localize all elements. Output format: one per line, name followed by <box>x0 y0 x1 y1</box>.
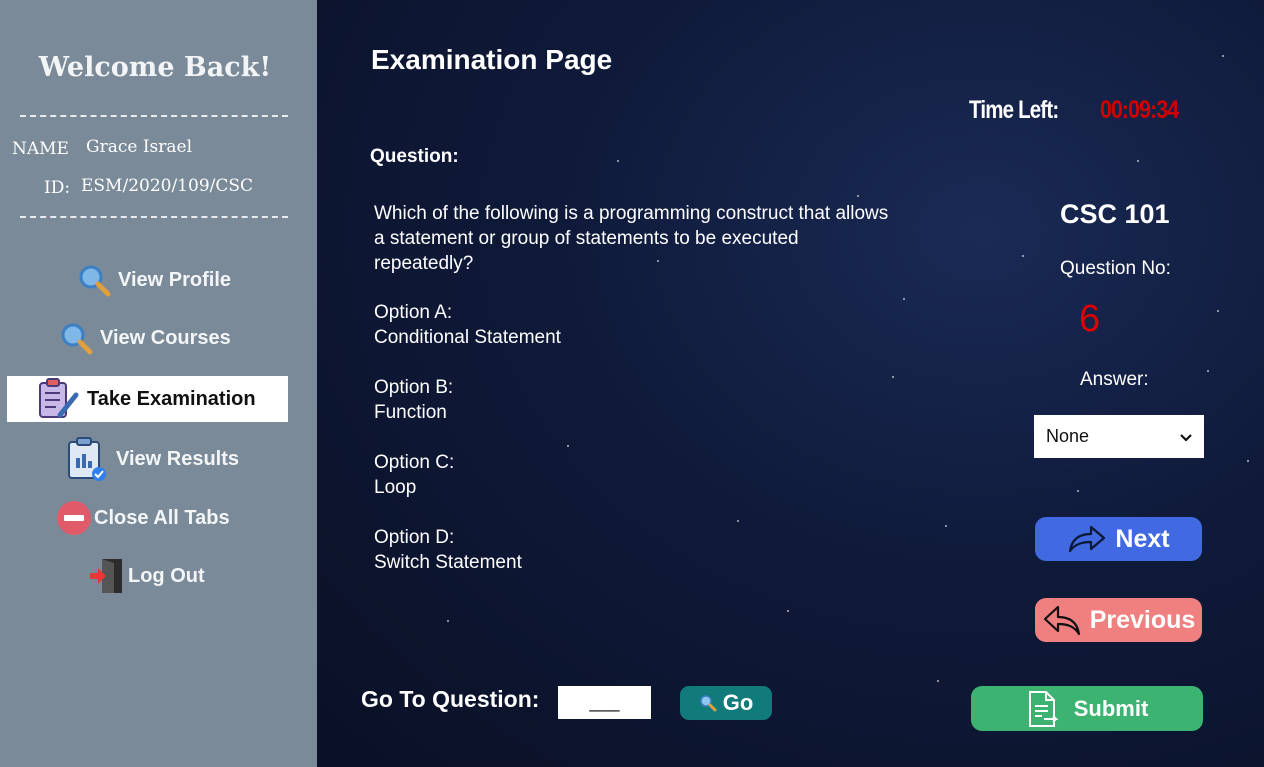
answer-label: Answer: <box>1080 369 1149 390</box>
next-label: Next <box>1115 524 1170 553</box>
sidebar-item-label: Close All Tabs <box>94 506 230 529</box>
sidebar: Welcome Back! NAME Grace Israel ID: ESM/… <box>0 0 317 767</box>
minus-circle-icon <box>56 500 92 536</box>
timer-value: 00:09:34 <box>1100 96 1179 124</box>
sidebar-item-label: View Profile <box>118 268 232 291</box>
question-label: Question: <box>370 146 459 167</box>
page-title: Examination Page <box>371 44 613 75</box>
magnifier-icon <box>76 262 112 298</box>
back-arrow-icon <box>1042 603 1082 637</box>
sidebar-item-log-out[interactable]: Log Out <box>88 554 205 598</box>
question-text: Which of the following is a programming … <box>374 203 889 274</box>
option-d: Option D: Switch Statement <box>374 525 522 575</box>
id-label: ID: <box>44 178 71 198</box>
option-label: Option D: <box>374 527 455 548</box>
sidebar-item-take-examination[interactable]: Take Examination <box>7 376 288 422</box>
option-text: Function <box>374 402 447 423</box>
course-code: CSC 101 <box>1060 199 1170 229</box>
divider <box>20 216 288 218</box>
sidebar-item-view-courses[interactable]: View Courses <box>58 316 231 360</box>
option-text: Switch Statement <box>374 552 522 573</box>
sidebar-item-label: Log Out <box>128 564 205 587</box>
next-button[interactable]: Next <box>1035 517 1202 561</box>
option-c: Option C: Loop <box>374 450 454 500</box>
sidebar-item-label: View Courses <box>100 326 231 349</box>
logout-door-icon <box>88 558 124 594</box>
question-no-value: 6 <box>1079 298 1101 340</box>
sidebar-item-view-results[interactable]: View Results <box>64 437 239 481</box>
name-value: Grace Israel <box>86 137 193 157</box>
sidebar-item-label: Take Examination <box>87 387 256 410</box>
divider <box>20 115 288 117</box>
forward-arrow-icon <box>1067 524 1107 554</box>
name-label: NAME <box>12 139 69 159</box>
answer-select[interactable]: None <box>1034 415 1204 458</box>
welcome-heading: Welcome Back! <box>38 52 272 83</box>
submit-label: Submit <box>1073 695 1149 721</box>
id-value: ESM/2020/109/CSC <box>81 176 254 196</box>
answer-selected-value: None <box>1046 426 1090 446</box>
option-label: Option C: <box>374 452 455 473</box>
sidebar-item-label: View Results <box>116 447 240 470</box>
previous-button[interactable]: Previous <box>1035 598 1202 642</box>
previous-label: Previous <box>1089 605 1196 634</box>
results-clipboard-icon <box>64 436 110 482</box>
option-b: Option B: Function <box>374 375 453 425</box>
document-submit-icon <box>1026 690 1060 728</box>
goto-question-label: Go To Question: <box>361 686 540 712</box>
goto-question-input[interactable]: ___ <box>558 686 651 719</box>
option-text: Conditional Statement <box>374 327 561 348</box>
exam-clipboard-icon <box>33 376 81 422</box>
chevron-down-icon <box>1180 426 1192 447</box>
magnifier-icon <box>699 694 717 712</box>
option-text: Loop <box>374 477 417 498</box>
question-no-label: Question No: <box>1060 258 1171 279</box>
submit-button[interactable]: Submit <box>971 686 1203 731</box>
option-label: Option B: <box>374 377 454 398</box>
magnifier-icon <box>58 320 94 356</box>
option-label: Option A: <box>374 302 453 323</box>
go-label: Go <box>722 690 754 715</box>
timer-label: Time Left: <box>969 96 1059 124</box>
sidebar-item-close-all-tabs[interactable]: Close All Tabs <box>56 496 230 540</box>
go-button[interactable]: Go <box>680 686 772 720</box>
main-panel: Examination Page Time Left: 00:09:34 Que… <box>317 0 1264 767</box>
sidebar-item-view-profile[interactable]: View Profile <box>76 258 231 302</box>
option-a: Option A: Conditional Statement <box>374 300 561 350</box>
